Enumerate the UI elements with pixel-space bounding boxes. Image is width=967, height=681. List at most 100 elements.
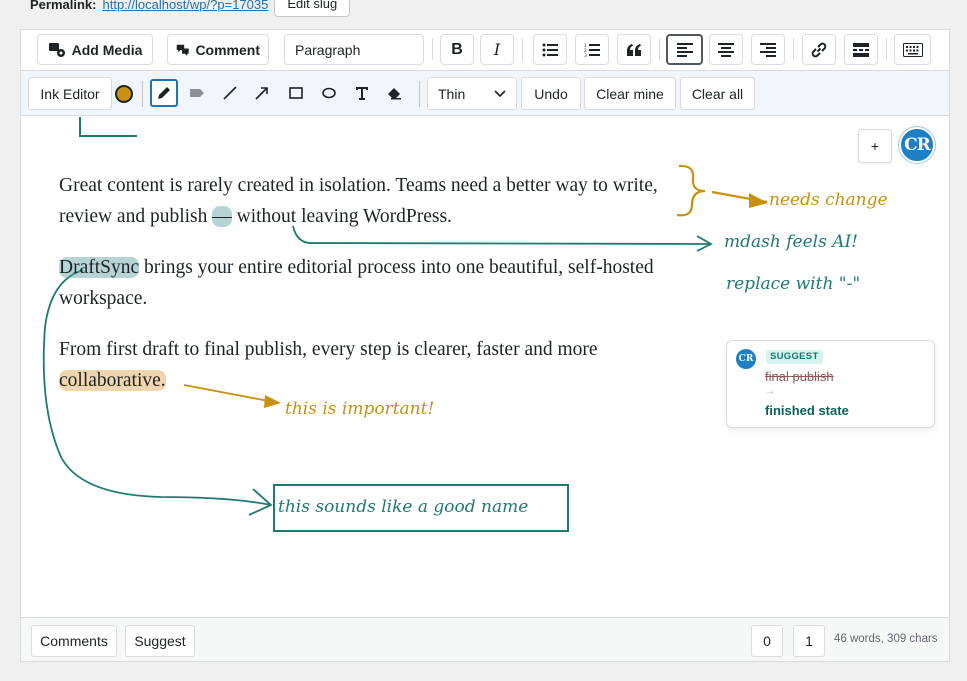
ellipse-tool-button[interactable] [315, 79, 343, 107]
ellipse-icon [322, 87, 336, 99]
keyboard-icon [902, 42, 923, 57]
content-area[interactable]: Great content is rarely created in isola… [21, 117, 949, 617]
paragraph-2-text-after: brings your entire editorial process int… [59, 257, 654, 309]
ink-toolbar: Ink Editor Thin Undo Clear mine Clear al… [21, 70, 949, 116]
suggestion-avatar: CR [736, 349, 756, 369]
read-more-icon [853, 42, 869, 57]
bullet-list-button[interactable] [533, 34, 567, 65]
align-left-button[interactable] [666, 34, 703, 65]
collaborative-highlight: collaborative. [59, 370, 166, 391]
paragraph-2[interactable]: DraftSync brings your entire editorial p… [59, 252, 699, 314]
comment-count-badge[interactable]: 0 [751, 625, 783, 657]
align-right-icon [760, 42, 776, 57]
add-comment-button[interactable]: + [858, 129, 892, 163]
teal-name-arrowhead-stroke [248, 488, 273, 516]
toolbar-divider [793, 38, 794, 60]
svg-text:3: 3 [584, 53, 587, 57]
permalink-link[interactable]: http://localhost/wp/?p=17035 [102, 0, 268, 12]
link-icon [811, 42, 827, 57]
gold-arrowhead-stroke [749, 193, 768, 208]
teal-mdash-arrowhead-stroke [696, 235, 713, 252]
undo-button[interactable]: Undo [521, 77, 581, 110]
draftsync-highlight: DraftSync [59, 257, 140, 278]
permalink-row: Permalink: http://localhost/wp/?p=17035 … [30, 0, 351, 17]
numbered-list-button[interactable]: 1 2 3 [575, 34, 609, 65]
align-center-icon [718, 42, 734, 57]
annotation-mdash: mdash feels AI! [724, 232, 859, 252]
clear-all-button[interactable]: Clear all [680, 77, 755, 110]
highlighter-tool-button[interactable] [183, 79, 211, 107]
line-tool-button[interactable] [216, 79, 244, 107]
toolbar-divider [432, 38, 433, 60]
quote-icon [627, 43, 641, 56]
block-format-select[interactable]: Paragraph [284, 34, 424, 65]
align-right-button[interactable] [751, 34, 785, 65]
blockquote-button[interactable] [617, 34, 651, 65]
eraser-icon [388, 88, 401, 100]
paragraph-3[interactable]: From first draft to final publish, every… [59, 334, 699, 396]
highlighter-icon [190, 89, 204, 97]
annotation-good-name: this sounds like a good name [278, 497, 529, 517]
suggestion-card[interactable]: CR SUGGEST final publish → finished stat… [726, 340, 935, 428]
rectangle-tool-button[interactable] [282, 79, 310, 107]
gold-important-arrowhead-stroke [264, 395, 281, 408]
add-media-label: Add Media [71, 41, 143, 58]
align-left-icon [676, 42, 693, 57]
pen-tool-button[interactable] [150, 79, 178, 107]
comment-icon [176, 44, 189, 56]
eraser-tool-button[interactable] [381, 79, 409, 107]
bullet-list-icon [542, 43, 558, 56]
editor: Add Media Comment Paragraph B I 1 2 3 In… [20, 29, 950, 662]
arrow-icon [255, 87, 268, 100]
word-count: 46 words, 309 chars [834, 633, 938, 645]
suggestion-count-badge[interactable]: 1 [793, 625, 825, 657]
annotation-important: this is important! [285, 399, 435, 419]
paragraph-1[interactable]: Great content is rarely created in isola… [59, 170, 699, 232]
comment-label: Comment [195, 41, 260, 58]
insert-link-button[interactable] [802, 34, 836, 65]
rectangle-icon [289, 87, 303, 99]
comments-button[interactable]: Comments [31, 625, 117, 657]
toolbar-divider [886, 38, 887, 60]
suggestion-arrow: → [765, 386, 775, 397]
text-tool-button[interactable] [348, 79, 376, 107]
pen-icon [158, 87, 170, 99]
toolbar-divider [522, 38, 523, 60]
ink-color-swatch[interactable] [115, 85, 133, 103]
bold-button[interactable]: B [440, 34, 474, 65]
toolbar-divider [142, 81, 143, 107]
toolbar-divider [659, 38, 660, 60]
text-icon [356, 87, 368, 100]
mdash-highlight: — [212, 206, 232, 227]
clear-mine-button[interactable]: Clear mine [584, 77, 676, 110]
paragraph-1-text-after: without leaving WordPress. [231, 206, 452, 227]
add-media-button[interactable]: Add Media [37, 34, 153, 65]
media-icon [48, 42, 65, 57]
permalink-label: Permalink: [30, 0, 97, 12]
stroke-width-select[interactable]: Thin [427, 77, 517, 110]
chevron-down-icon [494, 89, 506, 97]
italic-button[interactable]: I [480, 34, 514, 65]
toolbar-toggle-button[interactable] [894, 34, 931, 65]
comment-button[interactable]: Comment [167, 34, 269, 65]
line-icon [223, 86, 237, 100]
avatar[interactable]: CR [899, 127, 935, 163]
editor-footer: Comments Suggest 0 1 46 words, 309 chars [21, 617, 949, 661]
gold-arrow-stroke [711, 190, 768, 204]
numbered-list-icon: 1 2 3 [584, 43, 600, 57]
suggest-button[interactable]: Suggest [125, 625, 195, 657]
suggestion-badge: SUGGEST [766, 350, 823, 364]
align-center-button[interactable] [709, 34, 743, 65]
read-more-button[interactable] [844, 34, 878, 65]
suggestion-old-text: final publish [765, 369, 834, 384]
ink-editor-button[interactable]: Ink Editor [28, 77, 112, 110]
annotation-needs-change: needs change [769, 190, 888, 210]
stroke-width-value: Thin [438, 85, 466, 102]
editor-toolbar: Add Media Comment Paragraph B I 1 2 3 [21, 30, 949, 70]
edit-slug-button[interactable]: Edit slug [274, 0, 351, 17]
paragraph-3-text-before: From first draft to final publish, every… [59, 339, 598, 360]
suggestion-new-text: finished state [765, 403, 849, 418]
teal-box-stroke [79, 117, 137, 137]
annotation-replace: replace with "-" [726, 274, 861, 294]
arrow-tool-button[interactable] [248, 79, 276, 107]
